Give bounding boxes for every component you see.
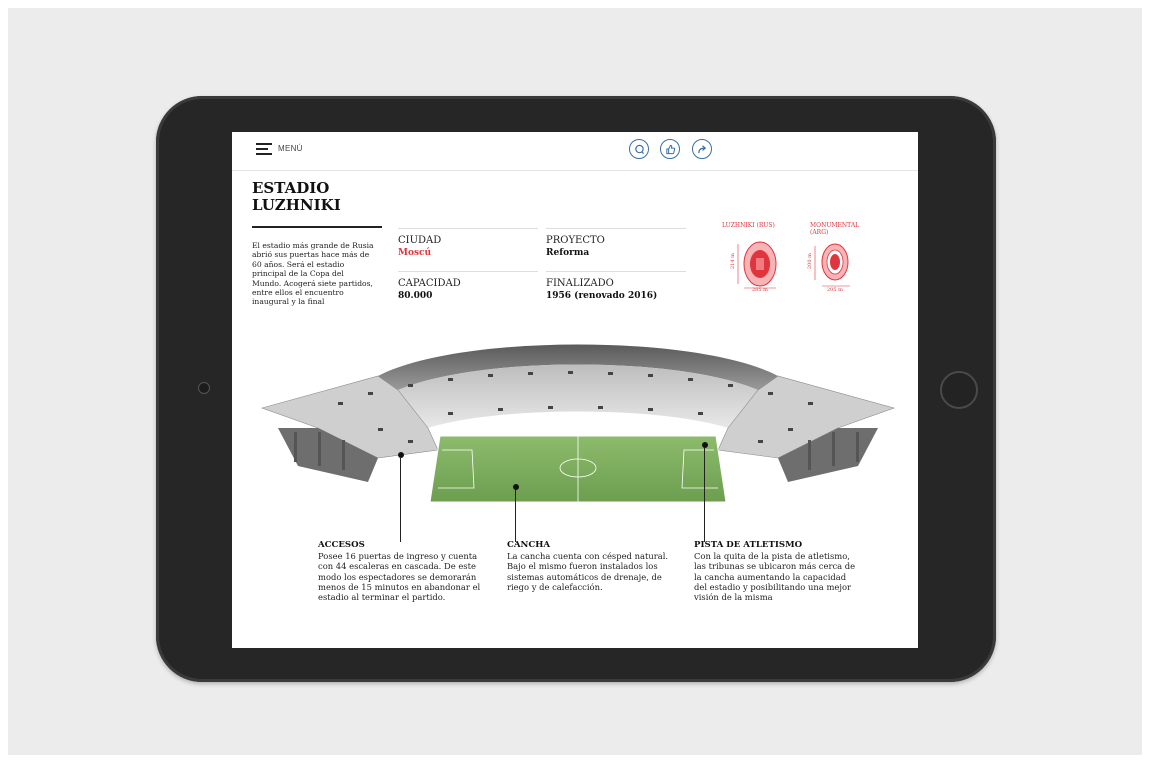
- monumental-height: 200 m: [807, 253, 813, 269]
- share-button[interactable]: [692, 139, 712, 159]
- monumental-width: 205 m: [827, 287, 843, 293]
- access-text: Posee 16 puertas de ingreso y cuenta con…: [318, 551, 481, 603]
- finished-value: 1956 (renovado 2016): [546, 291, 658, 301]
- intro-text: El estadio más grande de Rusia abrió sus…: [252, 241, 374, 307]
- fact-capacity: CAPACIDAD 80.000: [398, 271, 538, 302]
- stadium-illustration: [261, 344, 895, 503]
- page-title: ESTADIO LUZHNIKI: [252, 180, 364, 214]
- comparison-label-luzhniki: LUZHNIKI (RUS): [722, 222, 775, 229]
- title-divider: [252, 226, 382, 228]
- luzhniki-footprint-icon: [737, 241, 777, 289]
- pitch-title: CANCHA: [507, 540, 550, 550]
- pitch-leader-line: [515, 490, 516, 542]
- camera-icon: [198, 382, 210, 394]
- tablet-screen: MENÚ ESTADIO LUZHNIKI El estadio más gra…: [232, 132, 918, 648]
- comment-icon: [634, 144, 644, 154]
- fact-project: PROYECTO Reforma: [546, 228, 686, 259]
- city-value: Moscú: [398, 248, 432, 258]
- project-label: PROYECTO: [546, 235, 605, 246]
- track-leader-line: [704, 448, 705, 542]
- track-title: PISTA DE ATLETISMO: [694, 540, 803, 550]
- luzhniki-height: 214 m: [730, 253, 736, 269]
- comment-button[interactable]: [629, 139, 649, 159]
- access-marker: [398, 452, 404, 458]
- access-leader-line: [400, 458, 401, 542]
- pitch-text: La cancha cuenta con césped natural. Baj…: [507, 551, 669, 592]
- like-button[interactable]: [660, 139, 680, 159]
- project-value: Reforma: [546, 248, 590, 258]
- top-bar: MENÚ: [232, 132, 918, 171]
- annotation-pitch: CANCHA La cancha cuenta con césped natur…: [507, 540, 669, 592]
- access-title: ACCESOS: [318, 540, 365, 550]
- track-text: Con la quita de la pista de atletismo, l…: [694, 551, 856, 603]
- monumental-footprint-icon: [814, 243, 850, 287]
- annotation-access: ACCESOS Posee 16 puertas de ingreso y cu…: [318, 540, 488, 602]
- luzhniki-width: 285 m: [752, 287, 768, 293]
- annotation-track: PISTA DE ATLETISMO Con la quita de la pi…: [694, 540, 856, 602]
- share-icon: [697, 144, 706, 153]
- title-line-2: LUZHNIKI: [252, 196, 341, 214]
- hamburger-menu-icon[interactable]: [256, 143, 272, 155]
- comparison-label-monumental: MONUMENTAL (ARG): [810, 222, 860, 236]
- capacity-value: 80.000: [398, 291, 433, 301]
- city-label: CIUDAD: [398, 235, 442, 246]
- menu-label[interactable]: MENÚ: [278, 144, 303, 153]
- fact-finished: FINALIZADO 1956 (renovado 2016): [546, 271, 686, 302]
- finished-label: FINALIZADO: [546, 278, 614, 289]
- title-line-1: ESTADIO: [252, 179, 330, 197]
- capacity-label: CAPACIDAD: [398, 278, 461, 289]
- fact-city: CIUDAD Moscú: [398, 228, 538, 259]
- home-button[interactable]: [940, 371, 978, 409]
- stadium-size-comparison: 214 m 285 m 200 m 205 m: [730, 241, 850, 293]
- pitch-marker: [513, 484, 519, 490]
- like-icon: [665, 144, 675, 154]
- track-marker: [702, 442, 708, 448]
